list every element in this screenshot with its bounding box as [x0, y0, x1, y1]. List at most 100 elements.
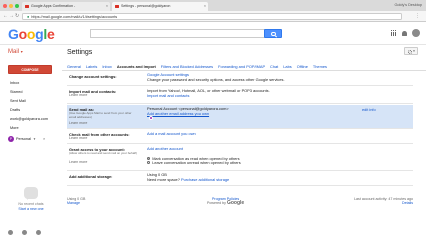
forward-icon[interactable]: → [9, 13, 14, 19]
settings-row-change-account: Change account settings: Google Account … [67, 72, 413, 86]
search-icon [271, 31, 276, 36]
notifications-bell-icon[interactable] [402, 30, 407, 36]
learn-more-link[interactable]: Learn more [69, 136, 139, 141]
minimize-window-icon[interactable] [9, 3, 13, 8]
back-icon[interactable]: ← [3, 13, 8, 19]
settings-row-check-mail: Check mail from other accounts: Learn mo… [67, 130, 413, 144]
address-bar[interactable]: ● https://mail.google.com/mail/u/1/#setti… [22, 13, 402, 20]
sidebar-item-more[interactable]: More [10, 124, 48, 133]
settings-gear-button[interactable]: ▼ [404, 47, 418, 55]
add-email-address-link[interactable]: Add another email address you own [147, 111, 229, 117]
phone-icon[interactable] [36, 230, 41, 235]
window-controls [3, 3, 19, 8]
gmail-favicon-icon [115, 4, 119, 8]
powered-by-google-logo: Google [226, 200, 245, 206]
browser-profile-name[interactable]: Goldy's Desktop [394, 3, 422, 7]
sidebar-item-work-label[interactable]: work@goldyarora.com [10, 115, 48, 124]
search-button[interactable] [264, 29, 282, 38]
footer-storage: Using 0 GB Manage [67, 197, 85, 205]
edit-info-link[interactable]: edit info [362, 107, 376, 112]
mail-label: Mail [8, 49, 20, 55]
hangouts-avatar: P [8, 136, 14, 142]
close-tab-icon[interactable]: × [106, 4, 108, 8]
page-title: Settings [67, 49, 93, 56]
sidebar-item-starred[interactable]: Starred [10, 88, 48, 97]
compose-button[interactable]: COMPOSE [8, 65, 52, 74]
tab-label: Settings - personal@goldyaron [121, 4, 171, 8]
close-tab-icon[interactable]: × [204, 4, 206, 8]
row-value: Import from Yahoo!, Hotmail, AOL, or oth… [147, 88, 270, 99]
purchase-storage-link[interactable]: Purchase additional storage [181, 177, 229, 182]
manage-link[interactable]: Manage [67, 201, 85, 205]
add-another-account-link[interactable]: Add another account [147, 146, 241, 152]
radio-unselected[interactable] [147, 161, 151, 165]
row-label: Add additional storage: [69, 174, 113, 179]
chevron-down-icon: ▼ [412, 49, 416, 53]
leave-unread-label: Leave conversation unread when opened by… [152, 160, 241, 166]
learn-more-link[interactable]: Learn more [69, 93, 139, 98]
row-value: Add another account Mark conversation as… [147, 146, 241, 166]
row-value: Add a mail account you own [147, 131, 196, 137]
need-more-text: Need more space? [147, 176, 180, 182]
browser-menu-icon[interactable]: ⋮ [415, 13, 420, 19]
browser-tab-settings[interactable]: Settings - personal@goldyaron × [112, 2, 208, 11]
row-value: Google Account settings Change your pass… [147, 72, 285, 82]
tab-filters[interactable]: Filters and Blocked Addresses [161, 64, 213, 69]
import-mail-link[interactable]: Import mail and contacts [147, 93, 270, 99]
change-account-description: Change your password and security option… [147, 76, 285, 82]
folder-list: Inbox Starred Sent Mail Drafts work@gold… [10, 79, 48, 133]
gmail-favicon-icon [25, 4, 29, 8]
tab-label: Google Apps Confirmation - [31, 4, 76, 8]
learn-more-link[interactable]: Learn more [69, 160, 139, 165]
browser-toolbar: ← → ↻ ● https://mail.google.com/mail/u/1/… [0, 11, 426, 22]
close-window-icon[interactable] [3, 3, 7, 8]
start-new-chat-link[interactable]: Start a new one [4, 207, 58, 212]
hangouts-icon[interactable] [22, 230, 27, 235]
send-as-description: (Use Google Apps Mail to send from your … [69, 111, 132, 119]
url-text: https://mail.google.com/mail/u/1/#settin… [31, 15, 118, 19]
hangouts-account[interactable]: P Personal ▼ ⌕ [8, 136, 45, 142]
gmail-header: Google [0, 22, 426, 45]
tab-labs[interactable]: Labs [283, 64, 291, 69]
tab-labels[interactable]: Labels [86, 64, 97, 69]
tab-accounts-and-import[interactable]: Accounts and Import [117, 64, 156, 69]
mail-switcher[interactable]: Mail▼ [8, 49, 23, 55]
browser-tab-confirmation[interactable]: Google Apps Confirmation - × [22, 2, 110, 11]
apps-grid-icon[interactable] [391, 30, 397, 36]
browser-tab-bar: Google Apps Confirmation - × Settings - … [0, 0, 426, 11]
radio-selected[interactable] [147, 156, 151, 160]
contacts-icon[interactable] [8, 230, 13, 235]
leave-unread-option[interactable]: Leave conversation unread when opened by… [147, 160, 241, 166]
google-logo[interactable]: Google [8, 26, 55, 42]
add-mail-account-link[interactable]: Add a mail account you own [147, 131, 196, 137]
tab-general[interactable]: General [67, 64, 81, 69]
settings-tabs: General Labels Inbox Accounts and Import… [67, 64, 327, 69]
tab-themes[interactable]: Themes [313, 64, 327, 69]
learn-more-link[interactable]: Learn more [69, 121, 139, 126]
settings-row-grant-access: Grant access to your account: (Allow oth… [67, 145, 413, 171]
settings-row-import: Import mail and contacts: Learn more Imp… [67, 87, 413, 104]
row-value: Personal Account <personal@goldyarora.co… [147, 106, 229, 117]
chevron-down-icon: ▼ [33, 137, 36, 141]
search-input[interactable] [90, 29, 266, 38]
details-link[interactable]: Details [354, 201, 413, 205]
tab-inbox[interactable]: Inbox [102, 64, 112, 69]
tab-chat[interactable]: Chat [270, 64, 278, 69]
footer-activity: Last account activity: 47 minutes ago De… [354, 197, 413, 205]
chat-bubble-icon [24, 187, 38, 200]
sidebar-item-drafts[interactable]: Drafts [10, 106, 48, 115]
storage-upsell: Need more space? Purchase additional sto… [147, 176, 229, 183]
settings-row-send-mail-as: Send mail as: (Use Google Apps Mail to s… [67, 105, 413, 129]
search-people-icon[interactable]: ⌕ [43, 137, 45, 141]
powered-by: Powered by Google [207, 200, 245, 206]
sidebar-item-sent-mail[interactable]: Sent Mail [10, 97, 48, 106]
account-avatar[interactable] [412, 29, 420, 37]
reload-icon[interactable]: ↻ [15, 13, 19, 19]
tab-offline[interactable]: Offline [297, 64, 308, 69]
sidebar-item-inbox[interactable]: Inbox [10, 79, 48, 88]
tab-forwarding[interactable]: Forwarding and POP/IMAP [218, 64, 265, 69]
hangouts-account-name: Personal [16, 137, 31, 141]
settings-main: Settings ▼ General Labels Inbox Accounts… [62, 45, 426, 240]
hangouts-footer [8, 230, 41, 235]
maximize-window-icon[interactable] [15, 3, 19, 8]
